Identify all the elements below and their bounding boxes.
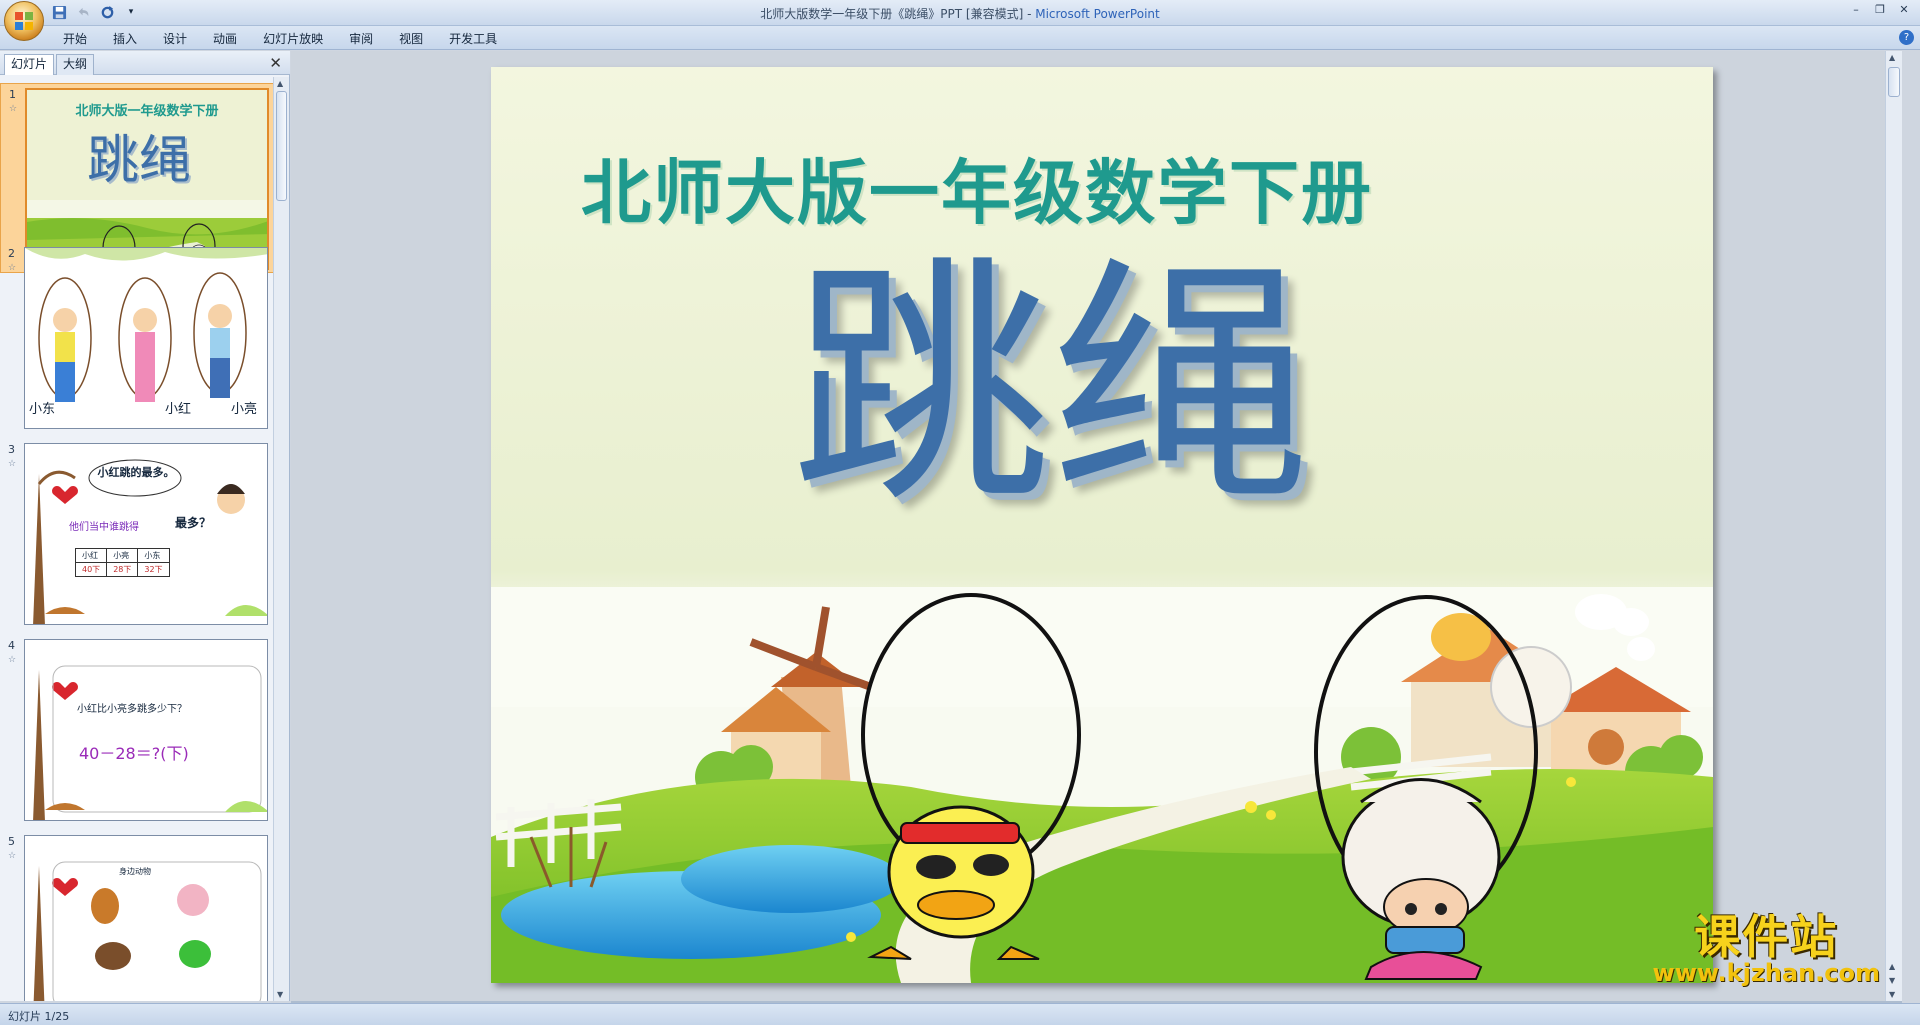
slides-pane: 幻灯片 大纲 ✕ 1 ☆ 北师大版一年级数学下册 跳绳 2 ☆ 小东 小红 小亮… [0,51,290,1001]
table-cell: 32下 [137,562,170,577]
slide-number: 5 [8,835,15,848]
title-separator: - [1023,7,1036,21]
tab-developer[interactable]: 开发工具 [436,30,510,48]
slide-thumbnail-2[interactable]: 小东 小红 小亮 [24,247,268,429]
close-icon[interactable]: ✕ [1894,2,1914,18]
next-slide-icon[interactable]: ▼ [1889,976,1895,985]
slide-thumbnail-4[interactable]: 小红比小亮多跳多少下？ 40－28＝?(下) [24,639,268,821]
thumb-question: 他们当中谁跳得 [69,522,139,533]
watermark-logo: 课件站 www.kjzhan.com [1653,911,1880,987]
scroll-thumb[interactable] [1888,67,1900,97]
slide-title[interactable]: 跳绳 [791,237,1311,537]
help-icon[interactable]: ? [1899,30,1914,45]
speech-bubble: 小红跳的最多。 [97,466,175,479]
tab-outline[interactable]: 大纲 [56,54,95,75]
watermark-title: 课件站 [1694,910,1839,964]
tab-review[interactable]: 审阅 [336,30,386,48]
animation-star-icon: ☆ [8,655,17,665]
thumb-question-tail: 最多？ [175,516,212,530]
slide-thumbnail-5[interactable]: 身边动物 [24,835,268,1001]
thumbnail-list: 1 ☆ 北师大版一年级数学下册 跳绳 2 ☆ 小东 小红 小亮 3 ☆ 小红跳的… [0,77,274,1001]
title-bar: ▾ 北师大版数学一年级下册《跳绳》PPT [兼容模式] - Microsoft … [0,0,1920,41]
tab-animations[interactable]: 动画 [200,30,250,48]
tab-view[interactable]: 视图 [386,30,436,48]
scroll-down-icon[interactable]: ▼ [1889,990,1895,999]
ribbon-tab-bar: 开始 插入 设计 动画 幻灯片放映 审阅 视图 开发工具 ? [0,26,1920,50]
app-name: Microsoft PowerPoint [1035,7,1160,21]
slide-editing-area: 北师大版一年级数学下册 跳绳 课件站 www.kjzhan.com ▲ ▲ ▼ … [291,51,1902,1001]
window-controls: – ❐ ✕ [1846,2,1914,18]
thumbnail-scrollbar[interactable]: ▲ ▼ [273,77,289,1001]
animation-star-icon: ☆ [9,104,18,114]
table-header-cell: 小亮 [106,548,139,563]
slide-thumbnail-3[interactable]: 小红跳的最多。 他们当中谁跳得 最多？ 小红 小亮 小东 40下 28下 32下 [24,443,268,625]
table-cell: 40下 [74,562,108,577]
slide-number: 3 [8,443,15,456]
kid-label-3: 小亮 [231,402,258,417]
tab-slide-show[interactable]: 幻灯片放映 [250,30,336,48]
table-header-cell: 小东 [137,548,170,563]
table-cell: 28下 [106,562,139,577]
document-title: 北师大版数学一年级下册《跳绳》PPT [兼容模式] [760,7,1024,21]
scroll-down-icon[interactable]: ▼ [277,990,283,999]
thumb-question: 小红比小亮多跳多少下？ [77,704,187,715]
office-button[interactable] [4,1,44,41]
ribbon-tabs: 开始 插入 设计 动画 幻灯片放映 审阅 视图 开发工具 [50,30,510,48]
minimize-icon[interactable]: – [1846,2,1866,18]
close-icon[interactable]: ✕ [269,54,282,72]
kid-label-2: 小红 [165,402,192,417]
tab-design[interactable]: 设计 [150,30,200,48]
scroll-thumb[interactable] [276,91,287,201]
thumbnail-row-2[interactable]: 2 ☆ 小东 小红 小亮 [0,243,274,433]
current-slide[interactable]: 北师大版一年级数学下册 跳绳 [491,67,1713,983]
slide-subtitle[interactable]: 北师大版一年级数学下册 [491,137,1713,238]
status-bar: 幻灯片 1/25 [0,1003,1920,1025]
table-header-cell: 小红 [74,548,108,563]
thumbnail-row-5[interactable]: 5 ☆ 身边动物 [0,831,274,1001]
scroll-up-icon[interactable]: ▲ [1889,53,1895,62]
window-title: 北师大版数学一年级下册《跳绳》PPT [兼容模式] - Microsoft Po… [0,5,1920,22]
watermark-url: www.kjzhan.com [1652,959,1880,987]
slide-number: 2 [8,247,15,260]
thumbnail-row-3[interactable]: 3 ☆ 小红跳的最多。 他们当中谁跳得 最多？ 小红 小亮 小东 40下 28下… [0,439,274,629]
tab-home[interactable]: 开始 [50,30,100,48]
pane-tab-bar: 幻灯片 大纲 ✕ [0,51,290,75]
slide-number: 1 [9,88,16,101]
thumb-tree-decoration [33,665,267,820]
thumb-title: 跳绳 [87,131,192,191]
tab-insert[interactable]: 插入 [100,30,150,48]
animation-star-icon: ☆ [8,851,17,861]
scroll-up-icon[interactable]: ▲ [277,79,283,88]
powerpoint-window: ▾ 北师大版数学一年级下册《跳绳》PPT [兼容模式] - Microsoft … [0,0,1920,1025]
restore-icon[interactable]: ❐ [1870,2,1890,18]
tab-slides[interactable]: 幻灯片 [4,54,55,75]
thumb-caption: 身边动物 [119,867,151,876]
slide-counter: 幻灯片 1/25 [8,1010,70,1023]
thumb-table: 小红 小亮 小东 40下 28下 32下 [74,548,170,577]
kid-label-1: 小东 [29,402,56,417]
previous-slide-icon[interactable]: ▲ [1889,962,1895,971]
animation-star-icon: ☆ [8,263,17,273]
thumb-subtitle: 北师大版一年级数学下册 [75,104,219,119]
slide-scrollbar[interactable]: ▲ ▲ ▼ ▼ [1885,51,1902,1001]
thumbnail-row-4[interactable]: 4 ☆ 小红比小亮多跳多少下？ 40－28＝?(下) [0,635,274,825]
thumb-equation: 40－28＝?(下) [79,744,189,763]
office-logo-icon [15,12,33,30]
slide-number: 4 [8,639,15,652]
animation-star-icon: ☆ [8,459,17,469]
thumb-animals-illustration [33,861,262,1001]
